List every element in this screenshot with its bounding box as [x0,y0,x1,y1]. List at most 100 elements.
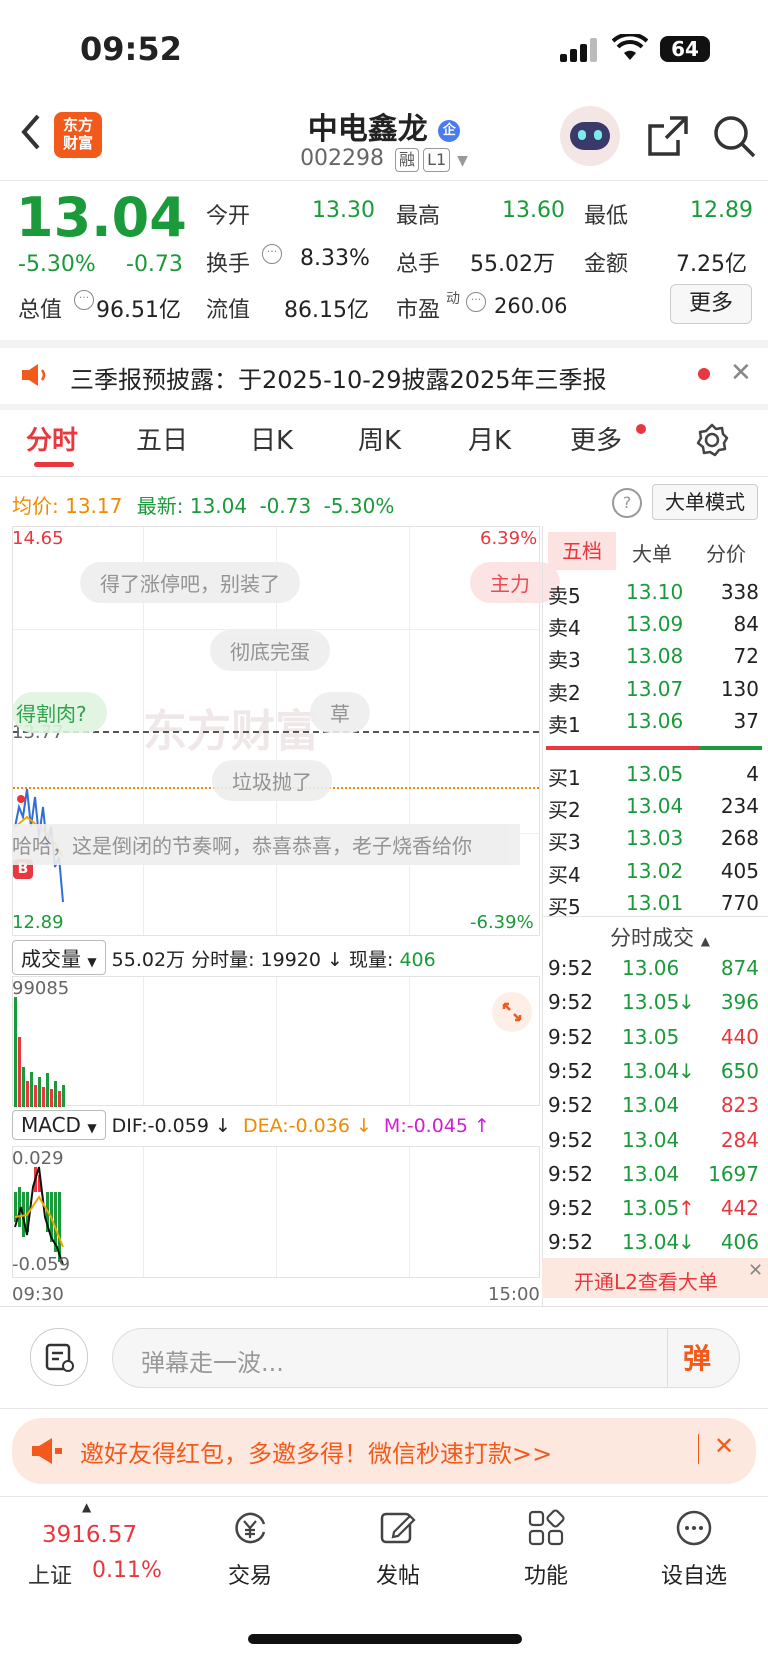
low-label: 最低 [584,204,629,229]
macd-bottom-label: -0.059 [12,1254,71,1275]
post-icon[interactable] [378,1508,418,1552]
close-icon[interactable]: ✕ [714,1432,734,1460]
ask-volume: 37 [733,708,759,733]
invite-banner[interactable]: 邀好友得红包，多邀多得！微信秒速打款>> ✕ [12,1418,756,1484]
triangle-up-icon: ▲ [82,1500,92,1514]
nav-post[interactable]: 发帖 [358,1558,438,1590]
big-order-mode-button[interactable]: 大单模式 [652,484,758,520]
tick-time: 9:52 [548,956,593,980]
volume-label: 总手 [396,252,441,277]
index-value: 3916.57 [42,1522,138,1548]
volume-max-label: 99085 [12,978,70,999]
high-value: 13.60 [502,198,565,223]
chevron-down-icon: ▼ [457,153,468,169]
open-value: 13.30 [312,198,375,223]
ask-row[interactable]: 卖2 13.07 130 [548,677,763,709]
volume-chart[interactable] [12,976,540,1107]
volume-selector[interactable]: 成交量 ▼ [12,940,106,975]
l2-promo-banner[interactable]: 开通L2查看大单 ✕ [542,1258,768,1298]
danmaku-bubble: 垃圾抛了 [212,760,332,801]
settings-icon[interactable] [694,422,730,462]
bid-row[interactable]: 买2 13.04 234 [548,794,763,826]
tab-5day[interactable]: 五日 [136,420,188,457]
tab-five-level[interactable]: 五档 [548,532,616,570]
tab-more[interactable]: 更多 [570,420,622,457]
ask-row[interactable]: 卖3 13.08 72 [548,644,763,676]
expand-icon[interactable] [492,992,532,1032]
bid-price: 13.03 [626,826,684,851]
avg-value: 13.17 [65,494,123,518]
info-icon[interactable]: ··· [262,244,282,264]
tab-price-dist[interactable]: 分价 [706,538,746,567]
danmaku-bubble: 哈哈，这是倒闭的节奏啊，恭喜恭喜，老子烧香给你 [12,824,520,865]
latest-label: 最新: [136,494,184,518]
robot-assistant-icon[interactable] [560,106,620,166]
function-icon[interactable] [526,1508,566,1552]
info-icon[interactable]: ··· [466,292,486,312]
macd-chart[interactable] [12,1146,540,1278]
time-end-label: 15:00 [488,1284,540,1305]
home-indicator [248,1634,522,1644]
bid-row[interactable]: 买3 13.03 268 [548,826,763,858]
tick-arrow: ↓ [678,990,695,1015]
low-value: 12.89 [690,198,753,223]
share-icon[interactable] [646,114,690,162]
wifi-icon [611,32,649,66]
l2-promo-text: 开通L2查看大单 [574,1270,718,1294]
margin-tag: 融 [395,148,420,172]
index-name[interactable]: 上证 [28,1558,72,1590]
tick-price: 13.05 [622,1024,680,1049]
ask-row[interactable]: 卖5 13.10 338 [548,580,763,612]
danmaku-button[interactable]: 弹 [683,1337,711,1377]
bid-row[interactable]: 买5 13.01 770 [548,891,763,923]
trade-icon[interactable] [230,1508,270,1552]
status-time: 09:52 [80,30,182,68]
macd-selector[interactable]: MACD ▼ [12,1110,106,1140]
bid-row[interactable]: 买4 13.02 405 [548,859,763,891]
tab-big-order[interactable]: 大单 [632,538,672,567]
amount-value: 7.25亿 [676,252,747,277]
current-vol: 406 [399,949,436,971]
close-icon[interactable]: ✕ [748,1260,763,1281]
more-dots-icon[interactable] [674,1508,714,1552]
tab-monthly-k[interactable]: 月K [468,420,511,457]
nav-watchlist[interactable]: 设自选 [644,1558,744,1590]
tab-daily-k[interactable]: 日K [250,420,293,457]
notice-text[interactable]: 三季报预披露：于2025-10-29披露2025年三季报 [70,360,607,395]
bid-volume: 770 [720,890,759,915]
ask-volume: 84 [733,612,759,637]
search-icon[interactable] [712,114,756,162]
danmaku-input[interactable]: 弹幕走一波... 弹 [112,1328,740,1388]
bid-row[interactable]: 买1 13.05 4 [548,762,763,794]
stock-name: 中电鑫龙 [307,112,428,147]
bid-label: 买3 [548,830,581,855]
tick-price: 13.04 [622,1093,680,1118]
volume-value: 55.02万 [470,252,555,277]
index-pct: 0.11% [92,1558,162,1583]
close-icon[interactable]: ✕ [730,358,752,388]
turnover-label: 换手 [206,252,251,277]
ask-row[interactable]: 卖1 13.06 37 [548,709,763,741]
tick-arrow: ↓ [678,1230,695,1255]
info-icon[interactable]: ··· [74,290,94,310]
tick-volume: 284 [720,1127,759,1152]
tick-row: 9:52 13.04 ↓ 650 [548,1059,763,1093]
ask-price: 13.09 [626,612,684,637]
ask-row[interactable]: 卖4 13.09 84 [548,612,763,644]
help-icon[interactable]: ? [612,488,642,518]
nav-function[interactable]: 功能 [506,1558,586,1590]
nav-trade[interactable]: 交易 [210,1558,290,1590]
more-button[interactable]: 更多 [670,284,752,324]
tab-weekly-k[interactable]: 周K [358,420,401,457]
tick-price: 13.04 [622,1127,680,1152]
danmaku-placeholder: 弹幕走一波... [141,1349,284,1377]
pe-label: 市盈 [396,298,441,323]
tab-timeshare[interactable]: 分时 [26,420,78,457]
tick-arrow: ↑ [678,1196,695,1221]
comment-list-icon[interactable] [30,1328,88,1386]
battery-icon: 64 [660,36,710,62]
tick-time: 9:52 [548,1196,593,1221]
ticks-title[interactable]: 分时成交 ▲ [610,922,710,952]
macd-lines [14,1166,64,1266]
change-value: -0.73 [126,252,183,277]
